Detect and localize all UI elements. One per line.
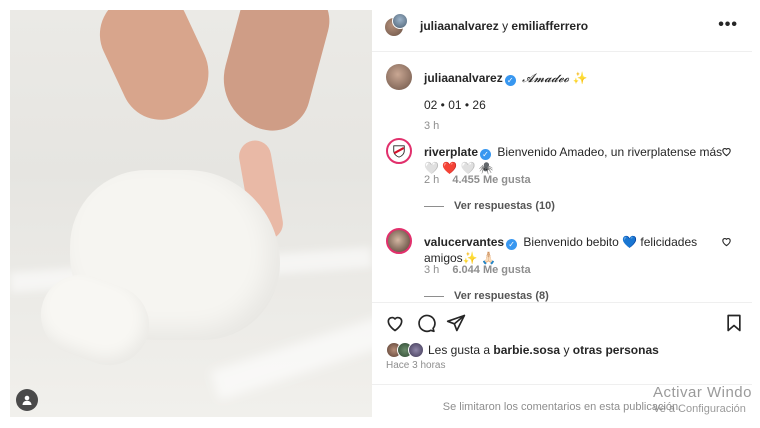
send-icon[interactable] [446,313,466,333]
verified-icon: ✓ [480,149,492,160]
view-replies-button[interactable]: Ver respuestas (8) [424,290,549,302]
verified-icon: ✓ [506,239,518,250]
caption-time: 3 h [424,120,440,132]
avatar[interactable] [386,64,412,90]
post-side-panel: juliaanalvarez y emiliafferrero ••• juli… [372,0,760,428]
post-header: juliaanalvarez y emiliafferrero ••• [372,0,752,52]
collaborator-username-link[interactable]: emiliafferrero [511,19,588,33]
windows-activation-watermark: Activar Windo Ve a Configuración [653,384,752,415]
comment-time: 2 h [424,174,440,186]
comment-meta: 2 h 4.455 Me gusta [424,174,531,186]
post-actions-bar [372,302,752,340]
comment-text: valucervantes ✓ Bienvenido bebito 💙 felic… [424,234,724,266]
caption: juliaanalvarez ✓ 𝓐𝓶𝓪𝓭𝓮𝓸 ✨ 02 • 01 • 26 3 … [386,64,746,132]
likes-joiner: y [563,343,570,357]
other-likers-link[interactable]: otras personas [573,343,659,357]
comment-likes-count[interactable]: 4.455 Me gusta [452,174,530,186]
avatar[interactable] [386,138,412,164]
bookmark-icon[interactable] [724,313,744,333]
author-username-link[interactable]: juliaanalvarez [420,19,499,33]
post-timestamp[interactable]: Hace 3 horas [386,360,445,371]
comments-list[interactable]: juliaanalvarez ✓ 𝓐𝓶𝓪𝓭𝓮𝓸 ✨ 02 • 01 • 26 3 … [372,52,752,302]
collab-names: juliaanalvarez y emiliafferrero [420,19,588,33]
likes-summary[interactable]: Les gusta a barbie.sosa y otras personas [386,342,659,358]
caption-date: 02 • 01 • 26 [424,98,486,112]
tagged-users-icon[interactable] [16,389,38,411]
comment-time: 3 h [424,264,440,276]
comment-text: riverplate ✓ Bienvenido Amadeo, un riverp… [424,144,724,176]
view-replies-label: Ver respuestas (8) [454,290,549,302]
replies-line [424,205,444,207]
watermark-line2: Ve a Configuración [652,403,746,415]
liker-avatars [386,342,424,358]
comment-meta: 3 h 6.044 Me gusta [424,264,531,276]
comment-likes-count[interactable]: 6.044 Me gusta [452,264,530,276]
collab-joiner: y [502,18,509,33]
likes-prefix: Les gusta a [428,343,491,357]
heart-icon[interactable] [721,236,732,247]
river-plate-crest-icon [393,145,405,158]
replies-line [424,295,444,297]
view-replies-button[interactable]: Ver respuestas (10) [424,200,555,212]
sparkle-emoji: ✨ [572,71,588,85]
caption-body: 𝓐𝓶𝓪𝓭𝓮𝓸 [522,71,570,85]
avatar [408,342,424,358]
comment-icon[interactable] [416,313,436,333]
verified-icon: ✓ [504,75,516,86]
collab-avatars[interactable] [384,12,410,39]
comment-username[interactable]: valucervantes [424,235,504,249]
caption-username[interactable]: juliaanalvarez [424,71,503,85]
liker-username[interactable]: barbie.sosa [493,343,560,357]
avatar[interactable] [386,228,412,254]
watermark-line1: Activar Windo [652,384,752,401]
post-photo[interactable] [10,10,372,417]
avatar[interactable] [392,12,408,29]
comment: riverplate ✓ Bienvenido Amadeo, un riverp… [386,138,746,218]
heart-icon[interactable] [721,146,732,157]
comment-username[interactable]: riverplate [424,145,478,159]
ellipsis-icon[interactable]: ••• [718,17,738,33]
caption-text: juliaanalvarez ✓ 𝓐𝓶𝓪𝓭𝓮𝓸 ✨ [424,70,724,86]
view-replies-label: Ver respuestas (10) [454,200,555,212]
heart-icon[interactable] [385,313,405,333]
comment: valucervantes ✓ Bienvenido bebito 💙 felic… [386,228,746,302]
